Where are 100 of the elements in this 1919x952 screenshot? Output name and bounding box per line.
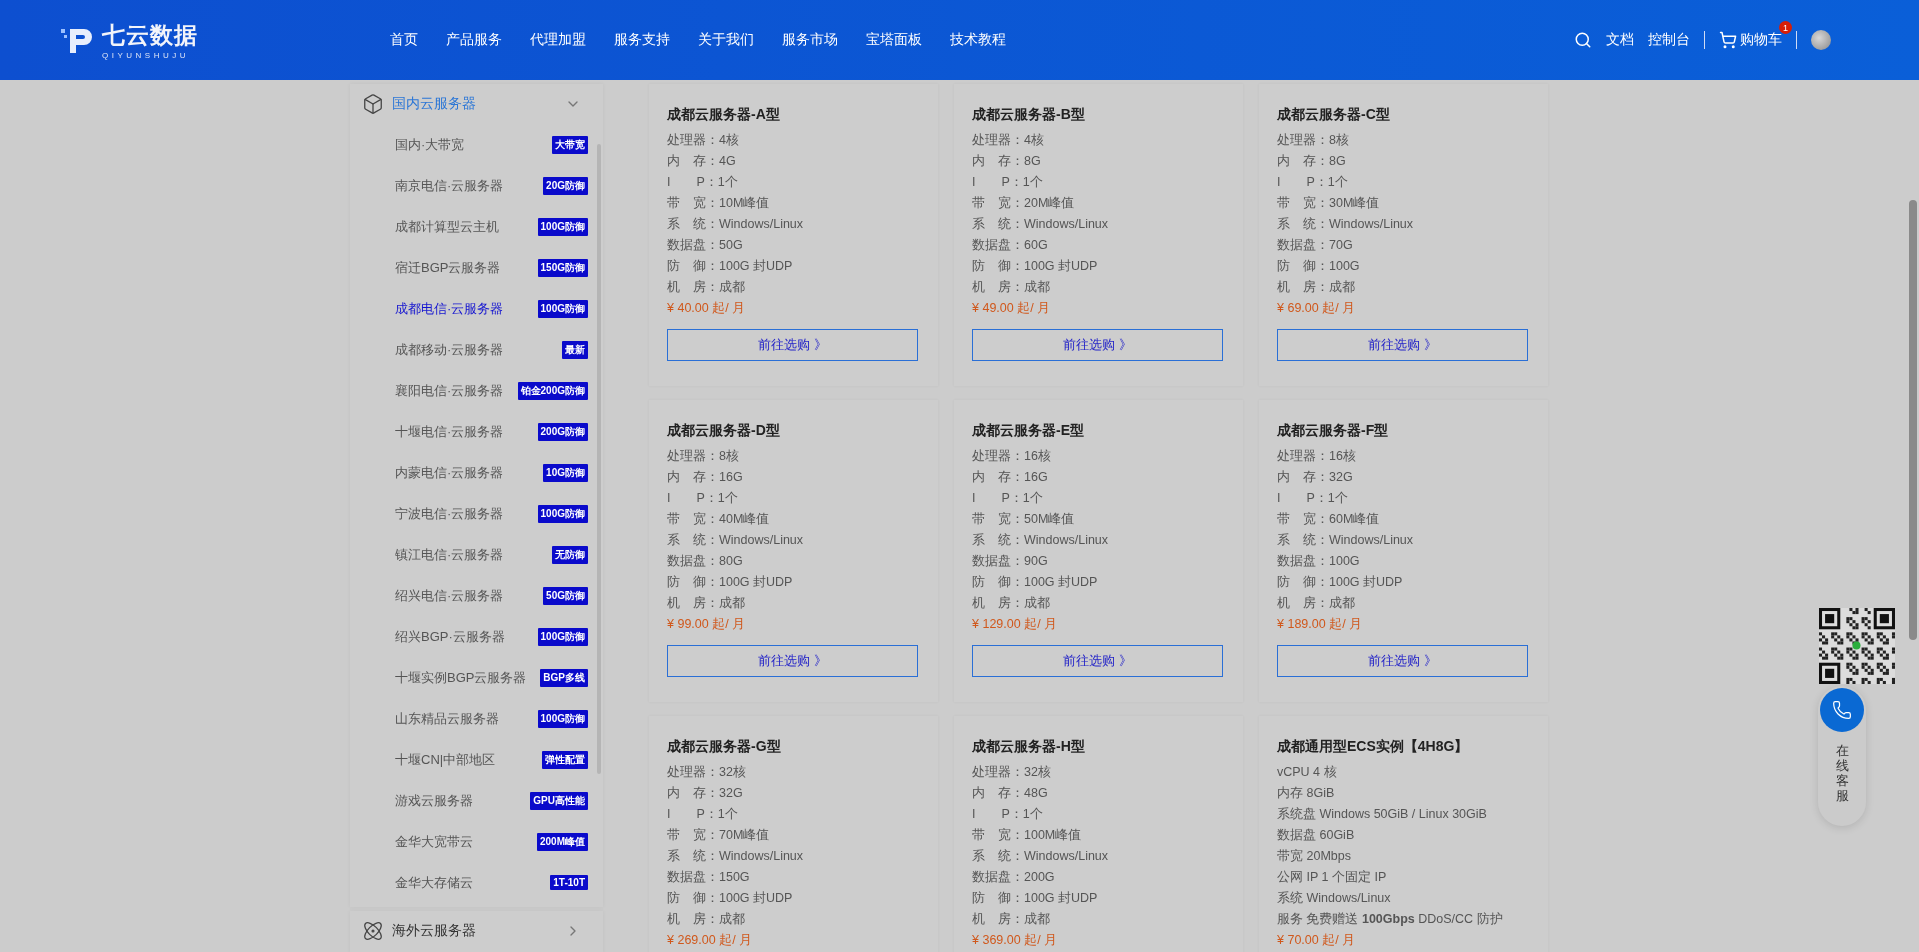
- sidebar-item[interactable]: 绍兴BGP·云服务器 100G防御: [350, 616, 603, 657]
- item-tag: 200M峰值: [537, 832, 588, 851]
- header-link[interactable]: 文档: [1606, 31, 1634, 49]
- spec-line: 数据盘：80G: [667, 553, 744, 570]
- sidebar-item[interactable]: 绍兴电信·云服务器 50G防御: [350, 575, 603, 616]
- phone-button[interactable]: [1820, 688, 1864, 732]
- cart-label: 购物车: [1740, 31, 1782, 49]
- spec-line: 系 统：Windows/Linux: [972, 532, 1110, 549]
- sidebar-item[interactable]: 宁波电信·云服务器 100G防御: [350, 493, 603, 534]
- support-label: 在线客服: [1835, 744, 1849, 804]
- avatar-icon[interactable]: [1811, 30, 1831, 50]
- spec-line: 带宽 20Mbps: [1277, 848, 1352, 865]
- header-link[interactable]: 控制台: [1648, 31, 1690, 49]
- spec-line: 公网 IP 1 个固定 IP: [1277, 869, 1388, 886]
- item-tag: 最新: [562, 340, 588, 359]
- cart-link[interactable]: 购物车: [1719, 31, 1782, 49]
- buy-button[interactable]: 前往选购 》: [972, 329, 1223, 361]
- sidebar-item[interactable]: 成都电信·云服务器 100G防御: [350, 288, 603, 329]
- nav-link[interactable]: 代理加盟: [530, 31, 586, 49]
- sidebar-item[interactable]: 襄阳电信·云服务器 铂金200G防御: [350, 370, 603, 411]
- spec-line: 防 御：100G: [1277, 258, 1361, 275]
- sidebar-item[interactable]: 成都移动·云服务器 最新: [350, 329, 603, 370]
- spec-line: 系 统：Windows/Linux: [667, 848, 805, 865]
- spec-line: 防 御：100G 封UDP: [667, 574, 794, 591]
- spec-line: I P：1个: [667, 174, 739, 191]
- spec-line: I P：1个: [1277, 490, 1349, 507]
- sidebar-item[interactable]: 十堰实例BGP云服务器 BGP多线: [350, 657, 603, 698]
- spec-line: 内存 8GiB: [1277, 785, 1336, 802]
- category-title: 国内云服务器: [392, 95, 477, 113]
- spec-line: 系 统：Windows/Linux: [1277, 532, 1415, 549]
- spec-line: 内 存：16G: [972, 469, 1049, 486]
- product-title: 成都云服务器-G型: [667, 738, 782, 756]
- product-price: ¥ 70.00 起/ 月: [1277, 932, 1357, 949]
- sidebar-item[interactable]: 宿迁BGP云服务器 150G防御: [350, 247, 603, 288]
- sidebar-item[interactable]: 内蒙电信·云服务器 10G防御: [350, 452, 603, 493]
- support-widget[interactable]: 在线客服: [1818, 686, 1866, 826]
- qr-code-icon: [1819, 608, 1895, 684]
- spec-line: 数据盘：100G: [1277, 553, 1361, 570]
- product-title: 成都云服务器-B型: [972, 106, 1086, 124]
- spec-line: 机 房：成都: [972, 911, 1051, 928]
- cube-icon: [362, 93, 384, 115]
- nav-link[interactable]: 服务市场: [782, 31, 838, 49]
- buy-button[interactable]: 前往选购 》: [1277, 645, 1528, 677]
- spec-line: 防 御：100G 封UDP: [667, 890, 794, 907]
- nav-link[interactable]: 服务支持: [614, 31, 670, 49]
- spec-line: 处理器：16核: [1277, 448, 1357, 465]
- spec-line: 数据盘：200G: [972, 869, 1056, 886]
- product-title: 成都通用型ECS实例【4H8G】: [1277, 738, 1470, 756]
- item-tag: 铂金200G防御: [517, 381, 588, 400]
- nav-link[interactable]: 技术教程: [950, 31, 1006, 49]
- spec-line: 内 存：4G: [667, 153, 737, 170]
- sidebar-item[interactable]: 南京电信·云服务器 20G防御: [350, 165, 603, 206]
- spec-line: 带 宽：100M峰值: [972, 827, 1083, 844]
- item-tag: 无防御: [552, 545, 588, 564]
- spec-line: 处理器：8核: [667, 448, 740, 465]
- category-header[interactable]: 海外云服务器: [350, 911, 603, 951]
- spec-line: 内 存：16G: [667, 469, 744, 486]
- buy-button[interactable]: 前往选购 》: [667, 329, 918, 361]
- spec-line: 带 宽：50M峰值: [972, 511, 1076, 528]
- item-tag: 大带宽: [552, 135, 588, 154]
- page-scrollbar[interactable]: [1909, 200, 1917, 640]
- sidebar-item[interactable]: 金华大宽带云 200M峰值: [350, 821, 603, 862]
- buy-button[interactable]: 前往选购 》: [972, 645, 1223, 677]
- logo-subtitle: QIYUNSHUJU: [102, 51, 190, 60]
- spec-line: 数据盘：60G: [972, 237, 1049, 254]
- sidebar-item[interactable]: 十堰CN|中部地区 弹性配置: [350, 739, 603, 780]
- spec-line: 内 存：8G: [972, 153, 1042, 170]
- item-tag: 100G防御: [537, 709, 588, 728]
- product-price: ¥ 369.00 起/ 月: [972, 932, 1059, 949]
- spec-line: 处理器：32核: [667, 764, 747, 781]
- buy-button[interactable]: 前往选购 》: [1277, 329, 1528, 361]
- sidebar-item[interactable]: 镇江电信·云服务器 无防御: [350, 534, 603, 575]
- sidebar-item[interactable]: 十堰电信·云服务器 200G防御: [350, 411, 603, 452]
- spec-line: 带 宽：10M峰值: [667, 195, 771, 212]
- sidebar-item[interactable]: 山东精品云服务器 100G防御: [350, 698, 603, 739]
- item-tag: 10G防御: [543, 463, 588, 482]
- spec-line: 内 存：8G: [1277, 153, 1347, 170]
- product-title: 成都云服务器-A型: [667, 106, 781, 124]
- nav-link[interactable]: 宝塔面板: [866, 31, 922, 49]
- sidebar-item[interactable]: 游戏云服务器 GPU高性能: [350, 780, 603, 821]
- search-icon[interactable]: [1574, 31, 1592, 49]
- sidebar-item[interactable]: 金华大存储云 1T-10T: [350, 862, 603, 903]
- spec-line: 机 房：成都: [972, 279, 1051, 296]
- spec-line: 处理器：4核: [667, 132, 740, 149]
- phone-icon: [1832, 700, 1852, 720]
- item-tag: 200G防御: [537, 422, 588, 441]
- item-tag: 20G防御: [543, 176, 588, 195]
- spec-line: 机 房：成都: [1277, 279, 1356, 296]
- nav-link[interactable]: 产品服务: [446, 31, 502, 49]
- product-price: ¥ 269.00 起/ 月: [667, 932, 754, 949]
- sidebar-item[interactable]: 成都计算型云主机 100G防御: [350, 206, 603, 247]
- spec-line: 带 宽：30M峰值: [1277, 195, 1381, 212]
- product-price: ¥ 69.00 起/ 月: [1277, 300, 1357, 317]
- buy-button[interactable]: 前往选购 》: [667, 645, 918, 677]
- product-title: 成都云服务器-E型: [972, 422, 1085, 440]
- spec-line: 带 宽：70M峰值: [667, 827, 771, 844]
- nav-link[interactable]: 关于我们: [698, 31, 754, 49]
- sidebar-item[interactable]: 国内·大带宽 大带宽: [350, 124, 603, 165]
- nav-link[interactable]: 首页: [390, 31, 418, 49]
- spec-line: I P：1个: [667, 490, 739, 507]
